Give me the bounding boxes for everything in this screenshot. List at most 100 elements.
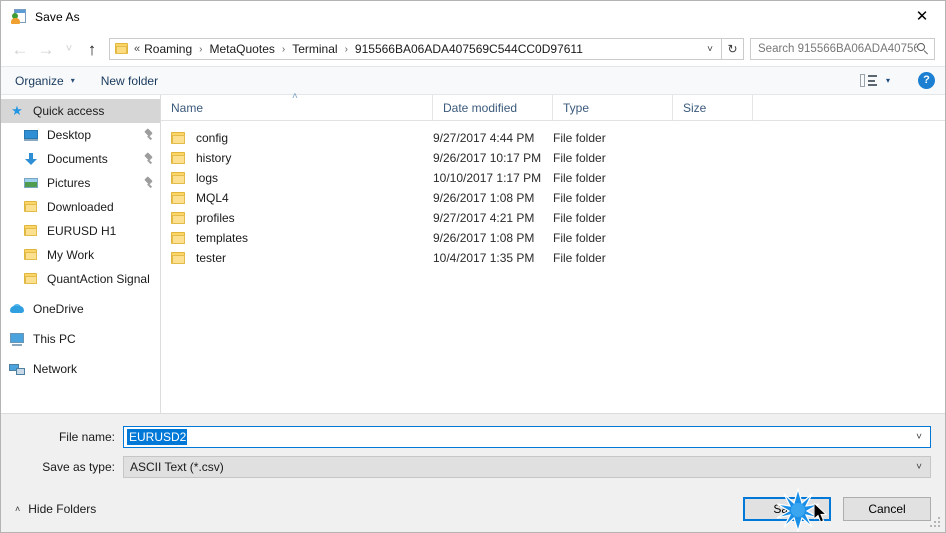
sidebar-item-network[interactable]: Network	[1, 357, 160, 381]
table-row[interactable]: MQL4 9/26/2017 1:08 PM File folder	[161, 188, 945, 208]
chevron-down-icon[interactable]: ˅	[699, 44, 721, 55]
chevron-right-icon-2[interactable]: ›	[339, 44, 354, 55]
chevron-right-icon-1[interactable]: ›	[276, 44, 291, 55]
sidebar-item-documents[interactable]: Documents	[1, 147, 160, 171]
download-arrow-icon	[23, 151, 39, 167]
breadcrumb-item-1[interactable]: MetaQuotes	[209, 42, 276, 56]
file-name-input[interactable]: EURUSD2 ˅	[123, 426, 931, 448]
sidebar-item-label: Documents	[47, 152, 108, 166]
hide-folders-button[interactable]: ˄ Hide Folders	[15, 502, 96, 516]
forward-button[interactable]: →	[33, 36, 59, 62]
table-row[interactable]: config 9/27/2017 4:44 PM File folder	[161, 128, 945, 148]
new-folder-button[interactable]: New folder	[101, 74, 158, 88]
sidebar-item-label: Desktop	[47, 128, 92, 142]
file-date: 9/27/2017 4:21 PM	[433, 211, 535, 225]
file-name: history	[196, 151, 232, 165]
chevron-right-icon-0[interactable]: ›	[193, 44, 208, 55]
sidebar-item-my-work[interactable]: My Work	[1, 243, 160, 267]
organize-button[interactable]: Organize ▾	[15, 74, 75, 88]
column-header-date-modified[interactable]: Date modified	[433, 94, 553, 121]
sort-ascending-icon: ˄	[292, 90, 298, 102]
sidebar-item-eurusd-h1[interactable]: EURUSD H1	[1, 219, 160, 243]
recent-locations-button[interactable]: ˅	[59, 36, 79, 62]
chevron-down-icon[interactable]: ˅	[916, 432, 922, 443]
sidebar-item-downloaded[interactable]: Downloaded	[1, 195, 160, 219]
help-icon[interactable]: ?	[918, 72, 935, 89]
save-as-type-select[interactable]: ASCII Text (*.csv) ˅	[123, 456, 931, 478]
folder-icon	[23, 247, 39, 263]
sidebar-item-onedrive[interactable]: OneDrive	[1, 297, 160, 321]
column-header-name[interactable]: Name ˄	[161, 91, 433, 121]
pin-icon[interactable]	[143, 151, 154, 165]
table-row[interactable]: logs 10/10/2017 1:17 PM File folder	[161, 168, 945, 188]
breadcrumb[interactable]: « Roaming › MetaQuotes › Terminal › 9155…	[109, 38, 722, 60]
file-name-cell: config	[161, 131, 433, 145]
column-header-type[interactable]: Type	[553, 94, 673, 121]
chevron-down-icon: ▾	[70, 76, 75, 85]
table-row[interactable]: tester 10/4/2017 1:35 PM File folder	[161, 248, 945, 268]
chevron-down-icon[interactable]: ˅	[916, 462, 922, 473]
resize-grip[interactable]	[930, 517, 942, 529]
file-date: 10/10/2017 1:17 PM	[433, 171, 542, 185]
file-date: 10/4/2017 1:35 PM	[433, 251, 535, 265]
sidebar-item-label: Quick access	[33, 104, 105, 118]
file-name: templates	[196, 231, 249, 245]
breadcrumb-item-0[interactable]: Roaming	[143, 42, 193, 56]
folder-icon	[115, 43, 129, 55]
pc-icon	[9, 331, 25, 347]
dialog-buttons: Save Cancel	[743, 497, 931, 521]
navigation-sidebar: ★ Quick access Desktop Documents Picture…	[1, 95, 161, 413]
close-icon[interactable]: ✕	[899, 1, 945, 31]
breadcrumb-item-2[interactable]: Terminal	[291, 42, 338, 56]
pin-icon[interactable]	[143, 175, 154, 189]
star-icon: ★	[11, 103, 23, 118]
network-icon	[9, 361, 25, 377]
column-header-label: Name	[171, 100, 204, 115]
sidebar-item-this-pc[interactable]: This PC	[1, 327, 160, 351]
view-mode-icon[interactable]	[859, 74, 877, 87]
column-header-size[interactable]: Size	[673, 94, 753, 121]
search-input[interactable]: Search 915566BA06ADA40756...	[750, 38, 935, 60]
breadcrumb-overflow[interactable]: «	[134, 43, 143, 55]
hide-folders-label: Hide Folders	[28, 502, 97, 516]
table-row[interactable]: templates 9/26/2017 1:08 PM File folder	[161, 228, 945, 248]
pin-icon[interactable]	[143, 127, 154, 141]
table-row[interactable]: profiles 9/27/2017 4:21 PM File folder	[161, 208, 945, 228]
save-button[interactable]: Save	[743, 497, 831, 521]
folder-icon	[23, 223, 39, 239]
dialog-body: ★ Quick access Desktop Documents Picture…	[1, 91, 945, 413]
view-mode-chevron-down-icon[interactable]: ▾	[886, 76, 890, 85]
file-list-pane: Name ˄ Date modified Type Size config 9/…	[161, 91, 945, 413]
file-name: MQL4	[196, 191, 229, 205]
folder-icon	[171, 131, 187, 145]
breadcrumb-item-3[interactable]: 915566BA06ADA407569C544CC0D97611	[354, 42, 584, 56]
column-headers: Name ˄ Date modified Type Size	[161, 91, 945, 121]
up-button[interactable]: ↑	[79, 36, 105, 62]
sidebar-item-label: Pictures	[47, 176, 91, 190]
refresh-icon[interactable]: ↻	[722, 38, 744, 60]
file-type: File folder	[553, 171, 606, 185]
file-date: 9/26/2017 1:08 PM	[433, 231, 535, 245]
file-name-value: EURUSD2	[127, 429, 188, 445]
sidebar-item-pictures[interactable]: Pictures	[1, 171, 160, 195]
sidebar-item-quick-access[interactable]: ★ Quick access	[1, 99, 160, 123]
file-name-label: File name:	[58, 430, 115, 444]
sidebar-item-label: My Work	[47, 248, 95, 262]
sidebar-item-quantaction-signal[interactable]: QuantAction Signal	[1, 267, 160, 291]
sidebar-item-desktop[interactable]: Desktop	[1, 123, 160, 147]
file-name-row: File name: EURUSD2 ˅	[15, 426, 931, 448]
table-row[interactable]: history 9/26/2017 10:17 PM File folder	[161, 148, 945, 168]
save-as-type-value: ASCII Text (*.csv)	[130, 460, 224, 474]
folder-icon	[171, 251, 187, 265]
folder-icon	[171, 211, 187, 225]
back-button[interactable]: ←	[7, 36, 33, 62]
save-as-app-icon	[11, 8, 27, 25]
save-form: File name: EURUSD2 ˅ Save as type: ASCII…	[1, 413, 945, 486]
cancel-button[interactable]: Cancel	[843, 497, 931, 521]
folder-icon	[171, 151, 187, 165]
file-rows: config 9/27/2017 4:44 PM File folder his…	[161, 121, 945, 413]
folder-icon	[171, 171, 187, 185]
file-name-cell: history	[161, 151, 433, 165]
file-type: File folder	[553, 211, 606, 225]
file-name-cell: logs	[161, 171, 433, 185]
